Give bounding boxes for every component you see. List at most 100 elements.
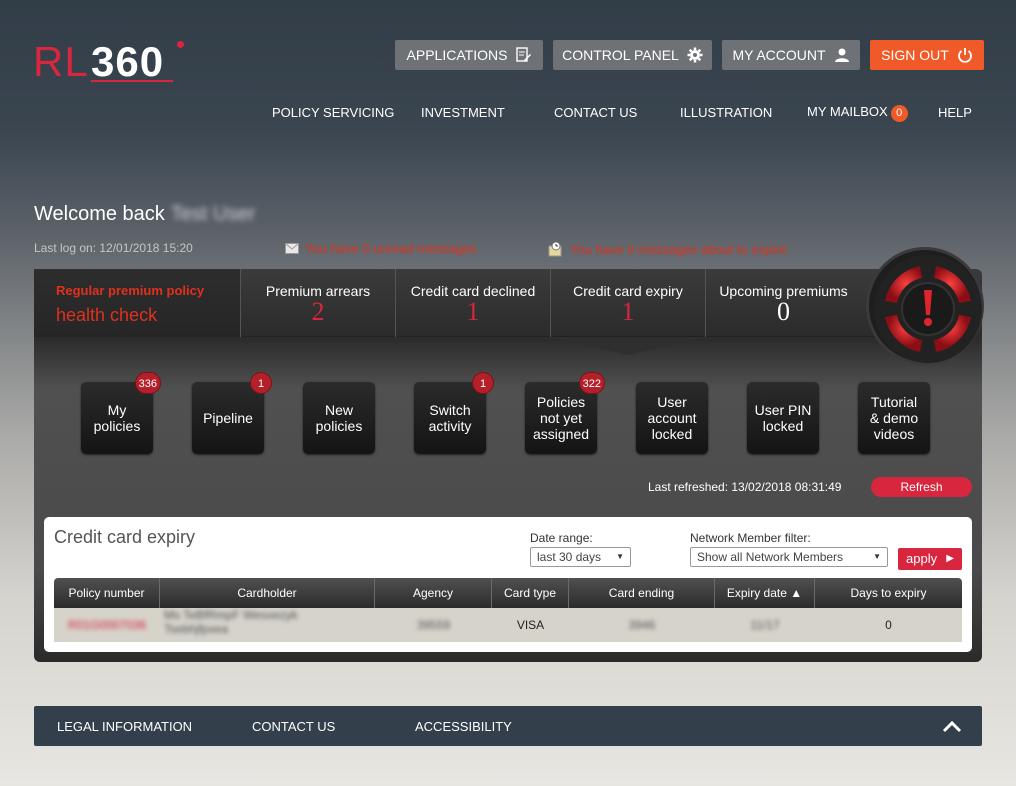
unread-messages-link[interactable]: You have 0 unread messages: [285, 241, 477, 256]
expiring-messages-link[interactable]: You have 0 messages about to expire: [548, 241, 787, 257]
nav-policy-servicing[interactable]: POLICY SERVICING: [272, 105, 394, 120]
cardholder-line1: Ms TeBfRmpF Wesxezyk: [164, 608, 298, 622]
alert-dial: [866, 247, 984, 365]
th-days-to-expiry[interactable]: Days to expiry: [815, 578, 962, 608]
agency-value: 39559: [416, 618, 451, 632]
tile-policies-not-assigned[interactable]: Policies not yet assigned 322: [525, 372, 605, 454]
th-policy-number[interactable]: Policy number: [54, 578, 160, 608]
credit-card-declined-count: 1: [466, 297, 480, 326]
tile-switch-activity[interactable]: Switch activity 1: [414, 372, 494, 454]
tile-tutorial-videos[interactable]: Tutorial & demo videos: [858, 382, 930, 454]
pipeline-badge: 1: [250, 372, 272, 394]
gear-icon: [687, 47, 703, 63]
sign-out-button[interactable]: SIGN OUT: [870, 40, 984, 70]
cell-cardholder: Ms TeBfRmpF Wesxezyk Tsebhjfpxea: [160, 608, 375, 642]
footer-accessibility-link[interactable]: ACCESSIBILITY: [415, 719, 512, 734]
cell-days-to-expiry: 0: [885, 618, 892, 632]
nav-my-mailbox-label: MY MAILBOX: [807, 104, 888, 119]
chevron-up-icon[interactable]: [942, 719, 962, 733]
th-card-ending[interactable]: Card ending: [569, 578, 715, 608]
mailbox-count-badge: 0: [890, 105, 908, 122]
rl360-logo[interactable]: RL 360: [33, 38, 193, 88]
policy-number-value: R01G0007036: [67, 618, 147, 632]
dashboard-panel: Regular premium policy health check Prem…: [34, 247, 984, 662]
tile-my-policies[interactable]: My policies 336: [81, 372, 161, 454]
last-logon: Last log on: 12/01/2018 15:20: [34, 241, 193, 255]
switch-activity-label: Switch activity: [428, 402, 472, 434]
apply-button[interactable]: apply ▶: [898, 548, 962, 570]
premium-arrears-count: 2: [311, 297, 325, 326]
apply-label: apply: [906, 551, 938, 566]
my-policies-badge: 336: [134, 372, 161, 394]
health-check-line1: Regular premium policy: [56, 283, 205, 298]
cell-agency: 39559: [375, 608, 492, 642]
cell-expiry-date: 11/17: [715, 608, 815, 642]
tile-pipeline[interactable]: Pipeline 1: [192, 372, 272, 454]
credit-card-expiry-count: 1: [621, 297, 635, 326]
th-expiry-date[interactable]: Expiry date ▲: [715, 578, 815, 608]
nav-investment[interactable]: INVESTMENT: [421, 105, 505, 120]
expiring-messages-text: You have 0 messages about to expire: [570, 241, 788, 257]
cell-card-ending: 3946: [569, 608, 715, 642]
tile-user-pin-locked[interactable]: User PIN locked: [747, 382, 819, 454]
cell-card-type: VISA: [516, 618, 545, 632]
expiry-date-value: 11/17: [750, 618, 780, 632]
user-icon: [834, 48, 849, 62]
logo-360: 360: [91, 38, 165, 85]
nav-contact-us[interactable]: CONTACT US: [554, 105, 637, 120]
health-check-line2: health check: [56, 305, 158, 325]
applications-label: APPLICATIONS: [406, 47, 508, 63]
tile-user-account-locked[interactable]: User account locked: [636, 382, 708, 454]
footer-contact-link[interactable]: CONTACT US: [252, 719, 335, 734]
power-icon: [957, 48, 972, 63]
last-refreshed: Last refreshed: 13/02/2018 08:31:49: [648, 480, 842, 494]
control-panel-button[interactable]: CONTROL PANEL: [553, 40, 712, 70]
policies-not-assigned-badge: 322: [578, 372, 605, 394]
refresh-button[interactable]: Refresh: [871, 477, 972, 497]
my-policies-label: My policies: [93, 402, 141, 434]
table-row[interactable]: R01G0007036 Ms TeBfRmpF Wesxezyk Tsebhjf…: [54, 608, 962, 642]
tab-health-check[interactable]: Regular premium policy health check: [34, 269, 241, 337]
logo-underline: [91, 80, 173, 82]
footer-legal-link[interactable]: LEGAL INFORMATION: [57, 719, 192, 734]
my-account-label: MY ACCOUNT: [732, 47, 826, 63]
tab-credit-card-declined[interactable]: Credit card declined 1: [396, 269, 551, 337]
pipeline-label: Pipeline: [203, 410, 253, 426]
network-filter-label: Network Member filter:: [690, 531, 811, 545]
applications-button[interactable]: APPLICATIONS: [395, 40, 543, 70]
table-header: Policy number Cardholder Agency Card typ…: [54, 578, 962, 608]
play-arrow-icon: ▶: [946, 553, 954, 564]
tab-premium-arrears[interactable]: Premium arrears 2: [241, 269, 396, 337]
logo-rl: RL: [33, 38, 89, 85]
date-range-select[interactable]: last 30 days: [530, 547, 631, 567]
user-pin-locked-label: User PIN locked: [754, 402, 812, 434]
nav-my-mailbox[interactable]: MY MAILBOX 0: [807, 104, 908, 122]
th-card-type[interactable]: Card type: [492, 578, 569, 608]
policies-not-assigned-label: Policies not yet assigned: [532, 394, 590, 442]
nav-illustration[interactable]: ILLUSTRATION: [680, 105, 772, 120]
tab-upcoming-premiums[interactable]: Upcoming premiums 0: [706, 269, 861, 337]
my-account-button[interactable]: MY ACCOUNT: [722, 40, 860, 70]
upcoming-premiums-count: 0: [777, 297, 790, 326]
tab-credit-card-expiry[interactable]: Credit card expiry 1: [551, 269, 706, 337]
network-filter-select[interactable]: Show all Network Members: [690, 547, 888, 567]
credit-card-expiry-card: Credit card expiry Date range: last 30 d…: [44, 517, 972, 652]
logo-dot: [177, 41, 184, 48]
user-account-locked-label: User account locked: [647, 394, 697, 442]
date-range-label: Date range:: [530, 531, 593, 545]
control-panel-label: CONTROL PANEL: [562, 47, 679, 63]
switch-activity-badge: 1: [472, 372, 494, 394]
welcome-text: Welcome back: [34, 203, 165, 225]
th-agency[interactable]: Agency: [375, 578, 492, 608]
welcome-heading: Welcome back Test User: [34, 203, 255, 226]
health-check-tabs: Regular premium policy health check Prem…: [34, 269, 864, 337]
welcome-username: Test User: [170, 203, 256, 225]
nav-help[interactable]: HELP: [938, 105, 972, 120]
cardholder-line2: Tsebhjfpxea: [164, 622, 229, 636]
cell-policy-number[interactable]: R01G0007036: [54, 608, 160, 642]
document-edit-icon: [516, 47, 532, 62]
new-policies-label: New policies: [315, 402, 363, 434]
th-cardholder[interactable]: Cardholder: [160, 578, 375, 608]
footer-bar: LEGAL INFORMATION CONTACT US ACCESSIBILI…: [34, 706, 982, 746]
tile-new-policies[interactable]: New policies: [303, 382, 375, 454]
